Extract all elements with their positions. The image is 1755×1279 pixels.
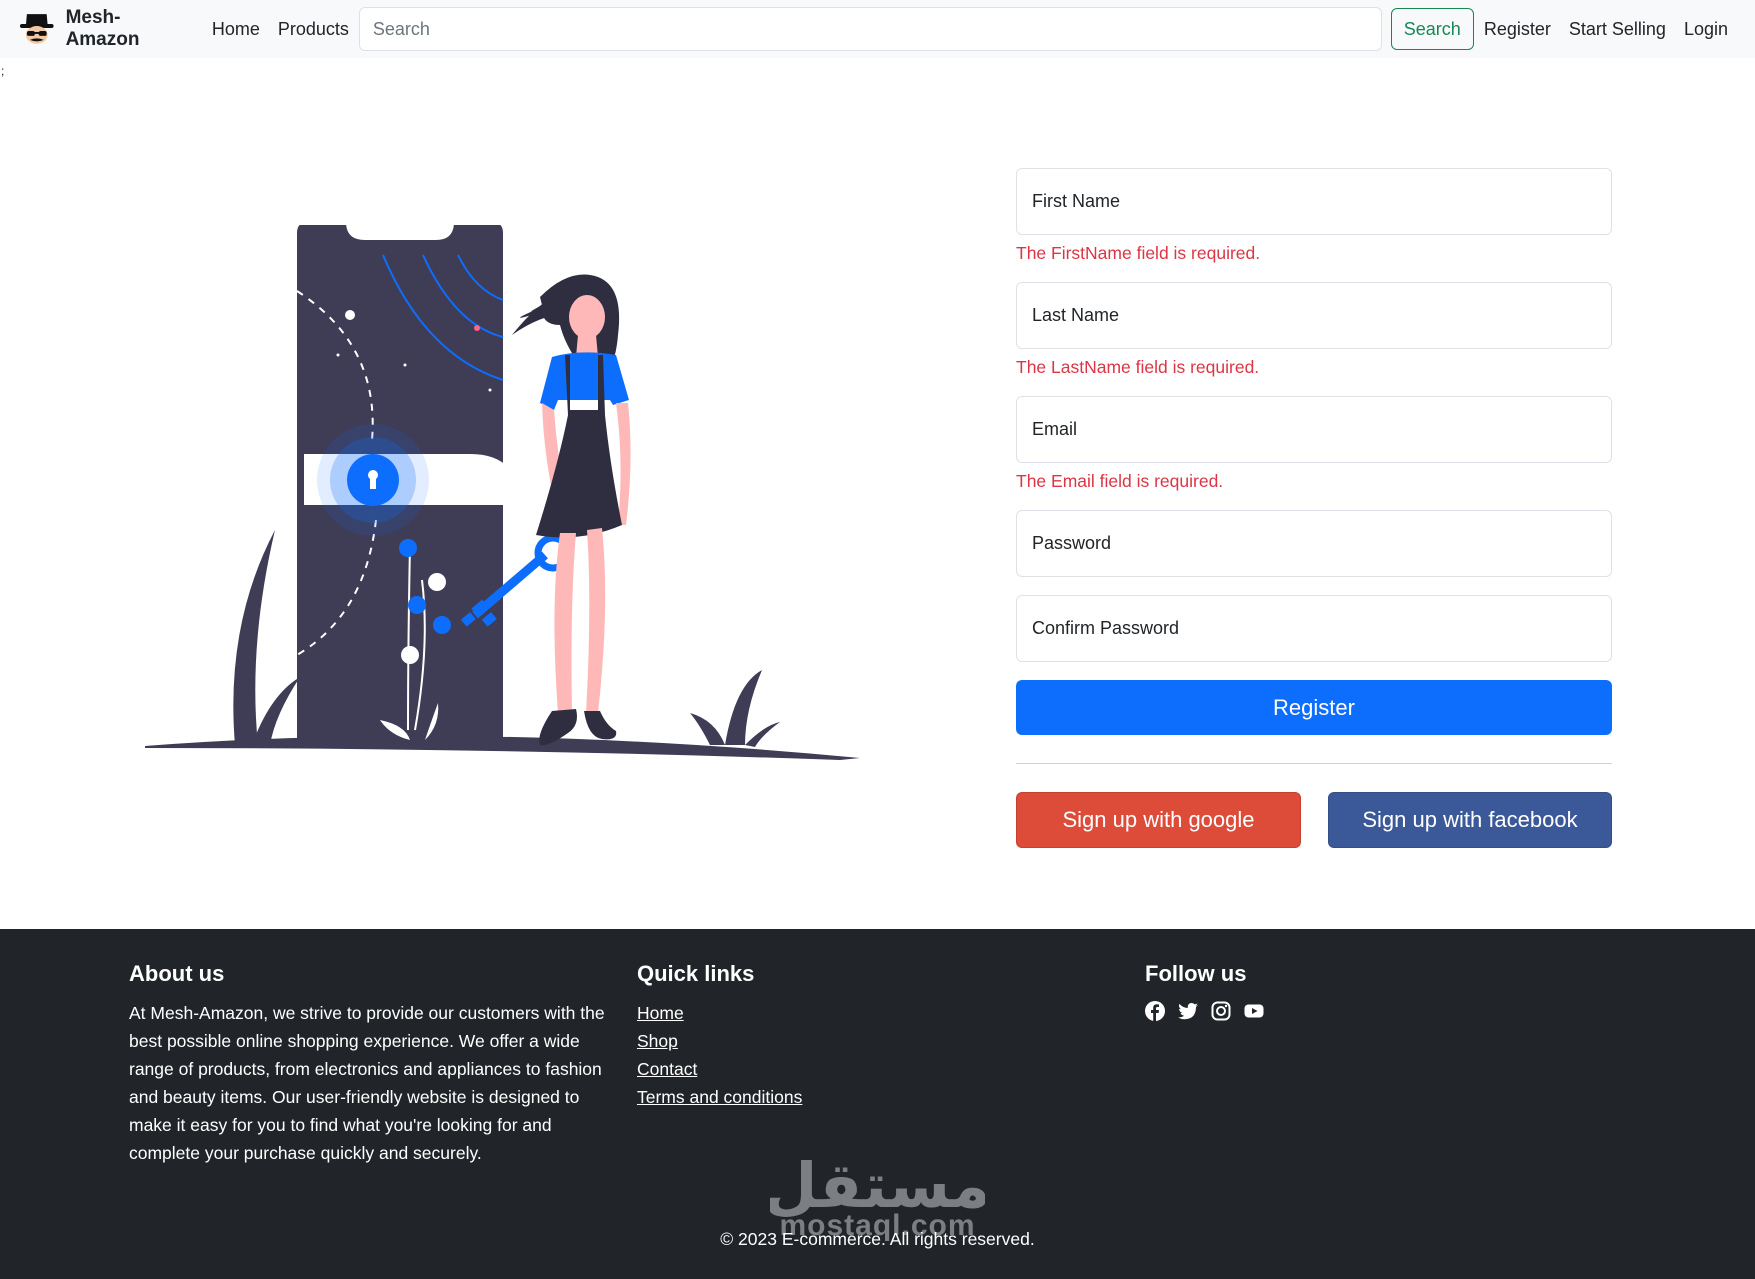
footer-link-shop[interactable]: Shop (637, 1027, 802, 1055)
email-field[interactable] (1016, 396, 1612, 463)
last-name-field[interactable] (1016, 282, 1612, 349)
search-button[interactable]: Search (1390, 8, 1474, 50)
about-section: About us At Mesh-Amazon, we strive to pr… (129, 961, 624, 1167)
first-name-field[interactable] (1016, 168, 1612, 235)
last-name-error: The LastName field is required. (1016, 357, 1260, 377)
facebook-signup-button[interactable]: Sign up with facebook (1328, 792, 1612, 848)
search-input[interactable] (358, 7, 1382, 51)
google-signup-button[interactable]: Sign up with google (1016, 792, 1301, 848)
brand-name: Mesh-Amazon (65, 7, 140, 50)
about-text: At Mesh-Amazon, we strive to provide our… (129, 1003, 605, 1163)
security-illustration (145, 225, 860, 760)
quick-links-section: Quick links Home Shop Contact Terms and … (637, 961, 802, 1111)
about-title: About us (129, 961, 225, 986)
copyright: © 2023 E-commerce. All rights reserved. (720, 1229, 1035, 1249)
instagram-icon[interactable] (1211, 1001, 1231, 1021)
nav-login[interactable]: Login (1675, 19, 1737, 40)
navbar-right: Register Start Selling Login (1475, 19, 1737, 40)
follow-title: Follow us (1145, 961, 1247, 986)
email-error: The Email field is required. (1016, 471, 1224, 491)
footer-link-terms[interactable]: Terms and conditions (637, 1083, 802, 1111)
nav-start-selling[interactable]: Start Selling (1560, 19, 1675, 40)
register-form: The FirstName field is required. The Las… (1016, 168, 1612, 848)
first-name-error: The FirstName field is required. (1016, 243, 1261, 263)
twitter-icon[interactable] (1178, 1001, 1198, 1021)
facebook-icon[interactable] (1145, 1001, 1165, 1021)
divider (1016, 763, 1612, 764)
spy-logo-icon (19, 14, 54, 44)
follow-section: Follow us (1145, 961, 1264, 1021)
confirm-password-field[interactable] (1016, 595, 1612, 662)
nav-home[interactable]: Home (203, 19, 269, 40)
register-button[interactable]: Register (1016, 680, 1612, 735)
password-field[interactable] (1016, 510, 1612, 577)
footer: About us At Mesh-Amazon, we strive to pr… (0, 929, 1755, 1279)
footer-link-home[interactable]: Home (637, 999, 802, 1027)
footer-link-contact[interactable]: Contact (637, 1055, 802, 1083)
navbar: Mesh-Amazon Home Products Search Registe… (0, 0, 1755, 58)
nav-products[interactable]: Products (269, 19, 358, 40)
quick-links-title: Quick links (637, 961, 755, 986)
brand[interactable]: Mesh-Amazon (18, 7, 193, 51)
social-signup: Sign up with google Sign up with faceboo… (1016, 792, 1612, 848)
youtube-icon[interactable] (1244, 1001, 1264, 1021)
social-icons (1145, 1001, 1264, 1021)
stray-text: ; (1, 64, 5, 78)
nav-register[interactable]: Register (1475, 19, 1560, 40)
